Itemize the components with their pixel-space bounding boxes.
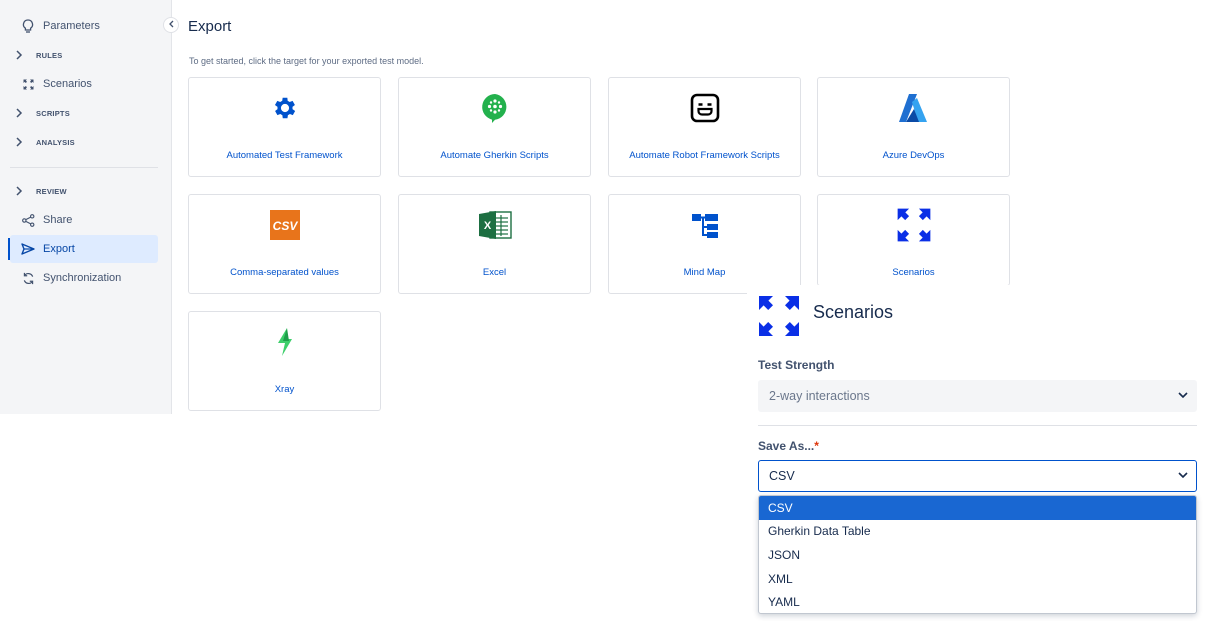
csv-icon-text: CSV	[272, 219, 298, 233]
sidebar-item-label: Export	[43, 243, 75, 255]
save-as-options-list: CSV Gherkin Data Table JSON XML YAML	[758, 495, 1197, 614]
sidebar-group-label: REVIEW	[36, 186, 67, 196]
save-as-label-text: Save As...	[758, 439, 815, 453]
share-icon	[21, 213, 35, 227]
sidebar-group-label: RULES	[36, 50, 63, 60]
sidebar-item-label: Share	[43, 214, 73, 226]
card-label: Comma-separated values	[230, 266, 339, 278]
chevron-right-icon	[12, 106, 26, 120]
save-as-label: Save As...*	[758, 439, 819, 453]
export-card-scenarios[interactable]: Scenarios	[817, 194, 1010, 286]
azure-icon	[818, 90, 1009, 126]
page-intro: To get started, click the target for you…	[189, 56, 424, 66]
sidebar-group-scripts[interactable]: SCRIPTS	[10, 99, 158, 127]
save-as-option-gherkin-data-table[interactable]: Gherkin Data Table	[759, 520, 1196, 544]
save-as-option-yaml[interactable]: YAML	[759, 590, 1196, 613]
save-as-option-csv[interactable]: CSV	[759, 496, 1196, 520]
card-label: Automate Robot Framework Scripts	[629, 149, 780, 161]
chevron-right-icon	[12, 184, 26, 198]
sidebar-item-label: Parameters	[43, 20, 100, 32]
sidebar-item-parameters[interactable]: Parameters	[10, 12, 158, 40]
sidebar-item-share[interactable]: Share	[10, 206, 158, 234]
export-card-azure-devops[interactable]: Azure DevOps	[817, 77, 1010, 177]
chevron-right-icon	[12, 135, 26, 149]
export-card-excel[interactable]: X Excel	[398, 194, 591, 294]
page-title: Export	[188, 18, 232, 35]
csv-icon: CSV	[189, 207, 380, 243]
sidebar-item-label: Synchronization	[43, 272, 122, 284]
card-label: Excel	[482, 266, 507, 278]
sidebar-collapse-button[interactable]	[163, 17, 179, 33]
export-card-mind-map[interactable]: Mind Map	[608, 194, 801, 294]
required-marker: *	[814, 439, 819, 453]
export-card-xray[interactable]: Xray	[188, 311, 381, 411]
robot-icon	[609, 90, 800, 126]
test-strength-label: Test Strength	[758, 358, 835, 372]
export-card-gherkin[interactable]: Automate Gherkin Scripts	[398, 77, 591, 177]
panel-title: Scenarios	[813, 302, 894, 322]
active-indicator	[8, 238, 10, 260]
chevron-right-icon	[12, 48, 26, 62]
export-card-automated-test-framework[interactable]: Automated Test Framework	[188, 77, 381, 177]
cucumber-icon	[399, 90, 590, 126]
test-strength-value: 2-way interactions	[769, 389, 870, 403]
excel-icon: X	[399, 207, 590, 243]
sidebar: Parameters RULES Scenarios SCRIPTS ANALY…	[0, 0, 172, 414]
sync-icon	[21, 271, 35, 285]
card-label: Xray	[274, 383, 295, 395]
lightbulb-icon	[21, 19, 35, 33]
card-label: Automated Test Framework	[226, 149, 343, 161]
export-card-csv[interactable]: CSV Comma-separated values	[188, 194, 381, 294]
excel-icon-text: X	[483, 220, 491, 232]
card-label: Azure DevOps	[882, 149, 945, 161]
sidebar-item-label: Scenarios	[43, 78, 92, 90]
card-label: Automate Gherkin Scripts	[440, 149, 549, 161]
card-label: Mind Map	[683, 266, 726, 278]
sidebar-group-label: SCRIPTS	[36, 108, 70, 118]
mind-map-icon	[609, 207, 800, 243]
xray-icon	[189, 324, 380, 360]
scenarios-icon	[818, 207, 1009, 243]
save-as-option-xml[interactable]: XML	[759, 567, 1196, 591]
chevron-down-icon	[1178, 471, 1188, 482]
send-icon	[21, 242, 35, 256]
sidebar-group-review[interactable]: REVIEW	[10, 177, 158, 205]
sidebar-group-rules[interactable]: RULES	[10, 41, 158, 69]
save-as-select[interactable]: CSV	[758, 460, 1197, 492]
chevron-down-icon	[1178, 391, 1188, 402]
test-strength-select[interactable]: 2-way interactions	[758, 380, 1197, 412]
scenarios-icon	[21, 77, 35, 91]
sidebar-group-analysis[interactable]: ANALYSIS	[10, 128, 158, 156]
panel-divider	[758, 425, 1197, 426]
save-as-option-json[interactable]: JSON	[759, 543, 1196, 567]
sidebar-item-synchronization[interactable]: Synchronization	[10, 264, 158, 292]
sidebar-group-label: ANALYSIS	[36, 137, 75, 147]
card-label: Scenarios	[892, 266, 935, 278]
sidebar-item-scenarios[interactable]: Scenarios	[10, 70, 158, 98]
sidebar-divider	[10, 167, 158, 168]
save-as-value: CSV	[769, 469, 795, 483]
export-card-robot-framework[interactable]: Automate Robot Framework Scripts	[608, 77, 801, 177]
chevron-left-icon	[168, 20, 174, 31]
gear-icon	[189, 90, 380, 126]
sidebar-item-export[interactable]: Export	[8, 235, 158, 263]
scenarios-icon	[757, 294, 801, 343]
